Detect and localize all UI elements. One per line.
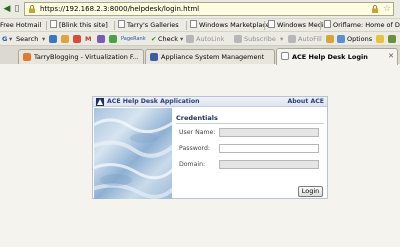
bookmark-label: Windows Marketplace [199, 21, 270, 29]
page-icon [150, 53, 158, 61]
water-ripple-image [94, 118, 172, 199]
ace-logo-icon [96, 98, 104, 106]
credentials-heading: Credentials [176, 114, 218, 122]
password-field[interactable] [219, 144, 319, 153]
bookmark-star-icon[interactable]: ☆ [383, 3, 391, 15]
tab-label: Appliance System Management [161, 53, 265, 61]
google-logo: G [2, 35, 8, 43]
divider [186, 21, 187, 30]
dropdown-arrow-icon[interactable]: ▾ [280, 34, 283, 44]
gmail-icon[interactable]: M [85, 34, 91, 44]
security-lock-icon[interactable] [371, 5, 379, 13]
login-panel: ACE Help Desk Application About ACE Cred… [92, 96, 328, 199]
username-field[interactable] [219, 128, 319, 137]
page-icon [118, 20, 125, 28]
bookmark-label: Free Hotmail [0, 21, 42, 29]
options-icon [337, 35, 345, 43]
page-icon [324, 20, 331, 28]
bookmark-item[interactable]: Windows Marketplace [190, 20, 270, 30]
settings-icon[interactable] [388, 35, 396, 43]
bookmark-label: [Blink this site] [59, 21, 108, 29]
domain-label: Domain: [179, 161, 206, 168]
tab-tarryblogging[interactable]: TarryBlogging - Virtualization F... [18, 49, 144, 64]
divider [114, 21, 115, 30]
page-icon: ▯ [14, 4, 20, 14]
tab-ace-help-desk-login[interactable]: ACE Help Desk Login ✕ [276, 48, 398, 65]
url-text[interactable]: https://192.168.2.3:8000/helpdesk/login.… [40, 4, 199, 14]
web-icon[interactable] [49, 35, 57, 43]
subscribe-button[interactable]: Subscribe [244, 34, 276, 44]
highlight-icon[interactable] [326, 35, 334, 43]
bookmarks-bar: Free Hotmail [Blink this site] Tarry's G… [0, 18, 400, 31]
dropdown-arrow-icon[interactable]: ▾ [9, 34, 12, 44]
autofill-button[interactable]: AutoFill [298, 34, 322, 44]
divider [46, 21, 47, 30]
star-icon[interactable] [61, 35, 69, 43]
block-icon[interactable] [73, 35, 81, 43]
bookmark-icon[interactable] [109, 35, 117, 43]
browser-chrome: ◀ ▯ https://192.168.2.3:8000/helpdesk/lo… [0, 0, 400, 65]
back-icon[interactable]: ◀ [2, 4, 12, 14]
autofill-icon [288, 35, 296, 43]
rss-icon [234, 35, 242, 43]
addon-toolbar: G ▾ Search ▾ M PageRank ✔ Check ▾ AutoLi… [0, 31, 400, 45]
divider [320, 21, 321, 30]
app-title: ACE Help Desk Application [107, 98, 200, 105]
tab-label: TarryBlogging - Virtualization F... [34, 53, 138, 61]
tab-appliance-system-management[interactable]: Appliance System Management [145, 49, 275, 64]
page-icon [268, 20, 275, 28]
credentials-form: Credentials User Name: Password: Domain:… [173, 108, 327, 199]
divider [176, 123, 324, 124]
spellcheck-icon: ✔ [151, 35, 157, 43]
check-button[interactable]: Check [158, 34, 178, 44]
bookmark-label: Oriflame: Home of Dat... [333, 21, 400, 29]
pencil-icon[interactable] [376, 35, 384, 43]
address-row: ◀ ▯ https://192.168.2.3:8000/helpdesk/lo… [0, 0, 400, 18]
login-header: ACE Help Desk Application About ACE [93, 97, 327, 107]
decorative-water-image [94, 108, 172, 199]
bookmark-item[interactable]: Windows Media [268, 20, 328, 30]
password-label: Password: [179, 145, 210, 152]
login-button[interactable]: Login [298, 186, 323, 197]
username-label: User Name: [179, 129, 216, 136]
page-icon [190, 20, 197, 28]
close-tab-icon[interactable]: ✕ [388, 51, 394, 61]
pagerank-label[interactable]: PageRank [121, 34, 146, 44]
autolink-button[interactable]: AutoLink [196, 34, 224, 44]
share-icon[interactable] [97, 35, 105, 43]
dropdown-arrow-icon[interactable]: ▾ [42, 34, 45, 44]
bookmark-item[interactable]: [Blink this site] [50, 20, 108, 30]
tab-strip: TarryBlogging - Virtualization F... Appl… [0, 45, 400, 65]
bookmark-item[interactable]: Tarry's Galleries [118, 20, 179, 30]
tab-label: ACE Help Desk Login [292, 53, 368, 61]
about-ace-link[interactable]: About ACE [287, 98, 324, 106]
address-bar[interactable]: https://192.168.2.3:8000/helpdesk/login.… [24, 2, 394, 16]
bookmark-item[interactable]: Free Hotmail [0, 20, 41, 30]
bookmark-item[interactable]: Oriflame: Home of Dat... [324, 20, 400, 30]
ssl-lock-icon [29, 5, 35, 13]
autolink-icon [186, 35, 194, 43]
domain-field[interactable] [219, 160, 319, 169]
divider [264, 21, 265, 30]
bookmark-label: Tarry's Galleries [127, 21, 179, 29]
blogger-icon [23, 53, 31, 61]
dropdown-arrow-icon[interactable]: ▾ [180, 34, 183, 44]
search-button[interactable]: Search [16, 34, 38, 44]
page-icon [281, 52, 289, 60]
options-button[interactable]: Options [347, 34, 372, 44]
page-icon [50, 20, 57, 28]
